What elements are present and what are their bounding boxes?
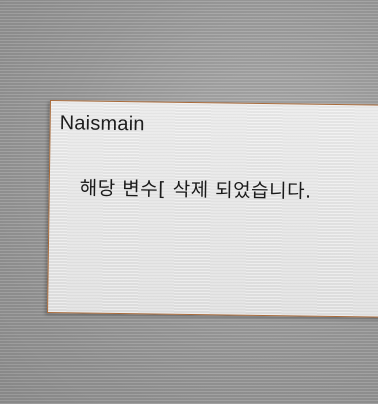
message-dialog: Naismain 해당 변수[ 삭제 되었습니다.	[47, 100, 378, 318]
monitor-screen: Naismain 해당 변수[ 삭제 되었습니다.	[0, 0, 378, 404]
dialog-message: 해당 변수[ 삭제 되었습니다.	[79, 177, 312, 203]
dialog-title: Naismain	[59, 112, 145, 136]
